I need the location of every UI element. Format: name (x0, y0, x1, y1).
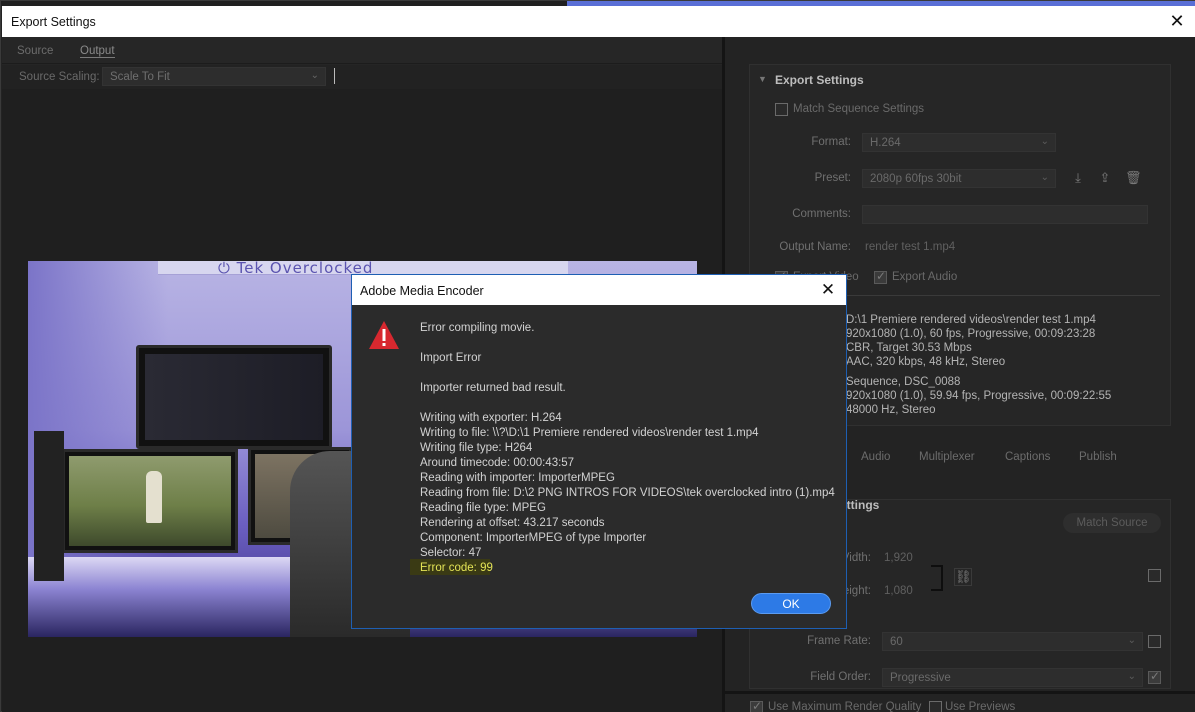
dialog-line: Importer returned bad result. (420, 382, 566, 394)
height-value[interactable]: 1,080 (884, 585, 913, 597)
frame-rate-label: Frame Rate: (807, 635, 871, 647)
source-summary-line: 48000 Hz, Stereo (846, 404, 936, 416)
source-summary-line: Sequence, DSC_0088 (846, 376, 961, 388)
field-order-match-checkbox[interactable] (1148, 669, 1161, 684)
text-cursor (334, 68, 335, 84)
dialog-line: Import Error (420, 352, 482, 364)
dialog-line: Writing file type: H264 (420, 442, 533, 454)
ok-button[interactable]: OK (751, 593, 831, 614)
source-scaling-label: Source Scaling: (19, 71, 100, 83)
tab-source[interactable]: Source (17, 45, 53, 57)
tab-output[interactable]: Output (80, 45, 115, 58)
error-code-line: Error code: 99 (420, 562, 493, 574)
tab-captions[interactable]: Captions (1005, 451, 1050, 463)
dialog-line: Component: ImporterMPEG of type Importer (420, 532, 647, 544)
preset-value: 2080p 60fps 30bit (870, 173, 962, 185)
source-scaling-value: Scale To Fit (110, 71, 170, 83)
dialog-line: Error compiling movie. (420, 322, 535, 334)
comments-field[interactable] (862, 205, 1148, 224)
field-order-dropdown[interactable]: Progressive ⌄ (882, 668, 1143, 687)
output-summary-line: AAC, 320 kbps, 48 kHz, Stereo (846, 356, 1006, 368)
field-order-value: Progressive (890, 672, 951, 684)
chevron-down-icon[interactable]: ▼ (758, 74, 767, 84)
window-close-icon[interactable]: ✕ (1167, 11, 1187, 31)
export-settings-title: Export Settings (775, 73, 864, 87)
constrain-proportions-icon[interactable]: ⛓ (954, 568, 972, 586)
import-preset-icon[interactable]: ⇪ (1097, 170, 1113, 186)
comments-label: Comments: (792, 208, 851, 220)
source-output-tabs: Source Output (2, 37, 722, 64)
frame-rate-value: 60 (890, 636, 903, 648)
use-previews-checkbox[interactable] (929, 701, 942, 712)
use-previews-label: Use Previews (945, 701, 1016, 712)
chevron-down-icon: ⌄ (1040, 172, 1049, 183)
dialog-line: Reading with importer: ImporterMPEG (420, 472, 615, 484)
error-dialog: Adobe Media Encoder ✕ Error compiling mo… (351, 274, 847, 629)
format-dropdown[interactable]: H.264 ⌄ (862, 133, 1056, 152)
dialog-line: Reading file type: MPEG (420, 502, 546, 514)
export-settings-window: Export Settings ✕ Source Output Source S… (0, 0, 1195, 712)
dialog-close-icon[interactable]: ✕ (819, 280, 837, 300)
width-value[interactable]: 1,920 (884, 552, 913, 564)
warning-icon (369, 321, 399, 349)
link-bracket (931, 565, 943, 591)
dialog-title: Adobe Media Encoder (360, 284, 484, 298)
preset-label: Preset: (814, 172, 851, 184)
delete-preset-icon[interactable]: 🗑 (1125, 170, 1142, 186)
max-render-quality-label: Use Maximum Render Quality (768, 701, 922, 712)
summary-divider (840, 295, 1160, 296)
output-summary-line: D:\1 Premiere rendered videos\render tes… (846, 314, 1096, 326)
export-audio-label: Export Audio (892, 271, 958, 283)
chevron-down-icon: ⌄ (1040, 136, 1049, 147)
chevron-down-icon: ⌄ (310, 70, 319, 81)
source-summary-line: 920x1080 (1.0), 59.94 fps, Progressive, … (846, 390, 1112, 402)
preset-dropdown[interactable]: 2080p 60fps 30bit ⌄ (862, 169, 1056, 188)
tab-publish[interactable]: Publish (1079, 451, 1117, 463)
output-name-label: Output Name: (779, 241, 851, 253)
output-summary-line: CBR, Target 30.53 Mbps (846, 342, 972, 354)
chevron-down-icon: ⌄ (1127, 671, 1136, 682)
dialog-line: Writing with exporter: H.264 (420, 412, 562, 424)
window-titlebar: Export Settings ✕ (2, 6, 1195, 37)
bottom-divider (725, 691, 1195, 694)
match-source-button[interactable]: Match Source (1063, 513, 1161, 533)
frame-rate-dropdown[interactable]: 60 ⌄ (882, 632, 1143, 651)
dialog-line: Around timecode: 00:00:43:57 (420, 457, 575, 469)
monitor-top (136, 345, 332, 449)
dialog-line: Selector: 47 (420, 547, 482, 559)
chevron-down-icon: ⌄ (1127, 635, 1136, 646)
output-name-link[interactable]: render test 1.mp4 (865, 241, 955, 253)
camera-arm (34, 431, 64, 581)
field-order-label: Field Order: (810, 671, 871, 683)
format-label: Format: (811, 136, 851, 148)
dialog-line: Rendering at offset: 43.217 seconds (420, 517, 605, 529)
window-title: Export Settings (11, 15, 96, 29)
source-scaling-row: Source Scaling: Scale To Fit ⌄ (2, 65, 722, 89)
max-render-quality-checkbox[interactable] (750, 699, 763, 712)
size-match-checkbox[interactable] (1148, 569, 1161, 582)
output-summary-line: 920x1080 (1.0), 60 fps, Progressive, 00:… (846, 328, 1096, 340)
dialog-titlebar: Adobe Media Encoder ✕ (352, 275, 846, 305)
frame-rate-match-checkbox[interactable] (1148, 635, 1161, 648)
source-scaling-dropdown[interactable]: Scale To Fit ⌄ (102, 67, 326, 86)
format-value: H.264 (870, 137, 901, 149)
dialog-line: Reading from file: D:\2 PNG INTROS FOR V… (420, 487, 835, 499)
tab-multiplexer[interactable]: Multiplexer (919, 451, 975, 463)
match-sequence-checkbox[interactable] (775, 103, 788, 116)
export-audio-checkbox[interactable] (874, 269, 887, 284)
tab-audio[interactable]: Audio (861, 451, 890, 463)
dialog-body: Error compiling movie. Import Error Impo… (352, 305, 846, 628)
game-character (146, 471, 162, 523)
match-sequence-label: Match Sequence Settings (793, 103, 925, 115)
save-preset-icon[interactable]: ⤓ (1070, 170, 1086, 186)
monitor-screen (145, 354, 323, 440)
dialog-line: Writing to file: \\?\D:\1 Premiere rende… (420, 427, 759, 439)
